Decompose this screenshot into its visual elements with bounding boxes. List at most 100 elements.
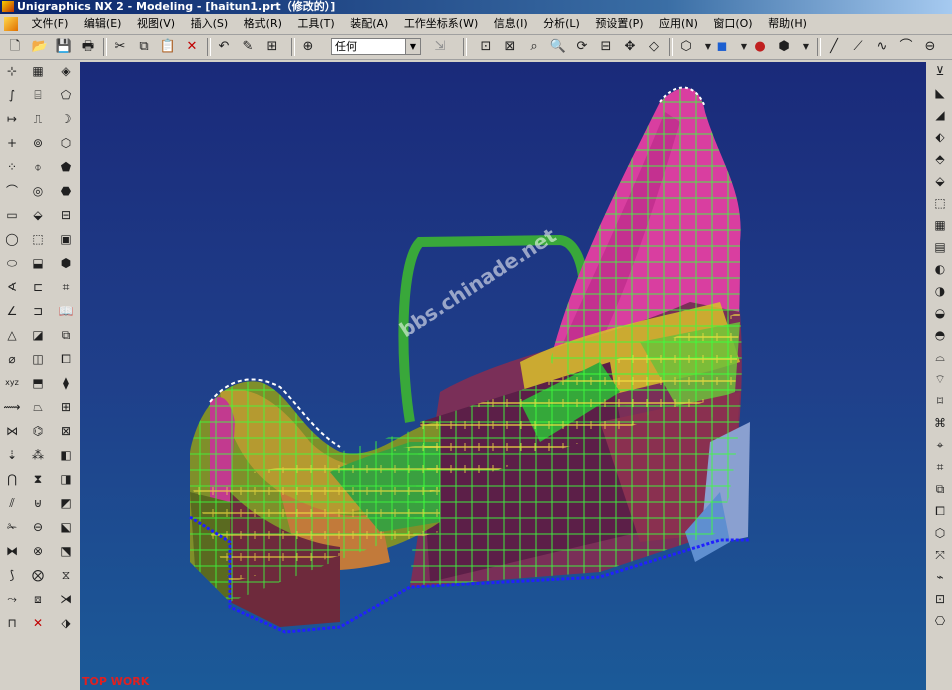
block-icon[interactable]: ▦ [28, 62, 48, 80]
smooth-icon[interactable]: ⤳ [2, 590, 22, 608]
intersect-icon[interactable]: ⋂ [2, 470, 22, 488]
menu-assemblies[interactable]: 装配(A) [344, 14, 394, 34]
cylinder-icon[interactable]: ⌸ [28, 86, 48, 104]
menu-analysis[interactable]: 分析(L) [537, 14, 586, 34]
curve-icon[interactable]: ∫ [2, 86, 22, 104]
menu-help[interactable]: 帮助(H) [762, 14, 813, 34]
paste-icon[interactable]: 📋 [159, 38, 177, 56]
distance-icon[interactable]: ◓ [930, 326, 950, 344]
snap-icon[interactable]: ⊞ [263, 38, 281, 56]
change-degree-icon[interactable]: ◣ [930, 84, 950, 102]
reflection-icon[interactable]: ◐ [930, 260, 950, 278]
transition-icon[interactable]: ⌗ [56, 278, 76, 296]
hole-icon[interactable]: ◎ [28, 182, 48, 200]
fillet-surface-icon[interactable]: ⊠ [56, 422, 76, 440]
mirror-icon[interactable]: ⧗ [28, 470, 48, 488]
new-file-icon[interactable]: 🗋 [6, 38, 24, 56]
angle-icon[interactable]: ∠ [2, 302, 22, 320]
select-icon[interactable]: ⊕ [299, 38, 317, 56]
surface-edit-icon[interactable]: ◩ [56, 494, 76, 512]
tube-icon[interactable]: ⌽ [28, 158, 48, 176]
slot-icon[interactable]: ⊏ [28, 278, 48, 296]
offset-curve-icon[interactable]: ⟿ [2, 398, 22, 416]
color-palette-icon[interactable]: ● [751, 38, 769, 56]
menu-preferences[interactable]: 预设置(P) [589, 14, 649, 34]
window-icon[interactable]: ⊡ [930, 590, 950, 608]
point-set-icon[interactable]: ⁘ [2, 158, 22, 176]
cut-icon[interactable]: ✂ [111, 38, 129, 56]
render-style-icon[interactable]: ⬡ [677, 38, 695, 56]
move-pole-icon[interactable]: ⊻ [930, 62, 950, 80]
pan-icon[interactable]: ✥ [621, 38, 639, 56]
section-analysis-icon[interactable]: ▤ [930, 238, 950, 256]
deviation-icon[interactable]: ⌑ [930, 392, 950, 410]
pocket-icon[interactable]: ⬚ [28, 230, 48, 248]
shaded-view-icon[interactable]: ◼ [713, 38, 731, 56]
menu-edit[interactable]: 编辑(E) [78, 14, 128, 34]
chevron-down-icon[interactable]: ▼ [797, 38, 815, 56]
surface-grid-icon[interactable]: ▦ [930, 216, 950, 234]
undo-icon[interactable]: ↶ [215, 38, 233, 56]
quilt-icon[interactable]: ⧫ [56, 374, 76, 392]
menu-tools[interactable]: 工具(T) [291, 14, 340, 34]
menu-view[interactable]: 视图(V) [131, 14, 181, 34]
menu-wcs[interactable]: 工作坐标系(W) [398, 14, 484, 34]
point-icon[interactable]: ⊹ [2, 62, 22, 80]
arc-icon[interactable]: ⌒ [2, 182, 22, 200]
offset-surface-icon[interactable]: ⧉ [56, 326, 76, 344]
menu-insert[interactable]: 插入(S) [185, 14, 235, 34]
shell-icon[interactable]: ⬒ [28, 374, 48, 392]
transform-icon[interactable]: ⤧ [930, 546, 950, 564]
thicken-icon[interactable]: ◨ [56, 470, 76, 488]
bridge-icon[interactable]: ⋈ [2, 422, 22, 440]
camera-icon[interactable]: ⎔ [930, 612, 950, 630]
revolve-icon[interactable]: ⊚ [28, 134, 48, 152]
menu-application[interactable]: 应用(N) [653, 14, 704, 34]
swept-icon[interactable]: ⬟ [56, 158, 76, 176]
through-points-icon[interactable]: ◈ [56, 62, 76, 80]
refresh-icon[interactable]: ⊟ [597, 38, 615, 56]
zoom-window-icon[interactable]: ⊠ [501, 38, 519, 56]
menu-information[interactable]: 信息(I) [488, 14, 534, 34]
slope-icon[interactable]: ◒ [930, 304, 950, 322]
bounded-plane-icon[interactable]: ▣ [56, 230, 76, 248]
app-menu-icon[interactable] [4, 17, 18, 31]
xyz-icon[interactable]: xyz [2, 374, 22, 392]
styled-blend-icon[interactable]: ◧ [56, 446, 76, 464]
sketch-icon[interactable]: ⊓ [2, 614, 22, 632]
save-icon[interactable]: 💾 [55, 38, 73, 56]
blend-icon[interactable]: ◫ [28, 350, 48, 368]
copy-icon[interactable]: ⧉ [135, 38, 153, 56]
wrap-icon[interactable]: ⧖ [56, 566, 76, 584]
boss-icon[interactable]: ⬙ [28, 206, 48, 224]
chevron-down-icon[interactable]: ▼ [405, 39, 420, 54]
graphics-viewport[interactable]: bbs.chinade.net TOP WORK [80, 62, 926, 690]
general-selection-icon[interactable]: ⇲ [431, 38, 449, 56]
intersect-body-icon[interactable]: ⊗ [28, 542, 48, 560]
fit-icon[interactable]: ⊡ [477, 38, 495, 56]
menu-window[interactable]: 窗口(O) [707, 14, 758, 34]
iso-curve-icon[interactable]: ⬔ [56, 542, 76, 560]
subtract-icon[interactable]: ⊖ [28, 518, 48, 536]
selection-filter-dropdown[interactable]: 任何 ▼ [331, 38, 421, 55]
magnify-icon[interactable]: 🔍 [549, 38, 567, 56]
open-folder-icon[interactable]: 📂 [31, 38, 49, 56]
wireframe-cube-icon[interactable]: ⬢ [775, 38, 793, 56]
check-icon[interactable]: ⌘ [930, 414, 950, 432]
view-orient-icon[interactable]: ◇ [645, 38, 663, 56]
sew-icon[interactable]: ⨂ [28, 566, 48, 584]
unwrap-icon[interactable]: ⧕ [56, 590, 76, 608]
mesh-icon[interactable]: ⬡ [56, 134, 76, 152]
ruled-icon[interactable]: ⊟ [56, 206, 76, 224]
trim-icon[interactable]: ✁ [2, 518, 22, 536]
trimmed-sheet-icon[interactable]: ⧠ [56, 350, 76, 368]
plus-icon[interactable]: + [2, 134, 22, 152]
selection-icon[interactable]: ⌁ [930, 568, 950, 586]
boundary-icon[interactable]: ⬚ [930, 194, 950, 212]
section-icon[interactable]: ⬣ [56, 182, 76, 200]
join-icon[interactable]: ⧓ [2, 542, 22, 560]
line-icon[interactable]: ╱ [825, 38, 843, 56]
extrude-icon[interactable]: ⎍ [28, 110, 48, 128]
zoom-icon[interactable]: ⌕ [525, 38, 543, 56]
body-analysis-icon[interactable]: ⌗ [930, 458, 950, 476]
